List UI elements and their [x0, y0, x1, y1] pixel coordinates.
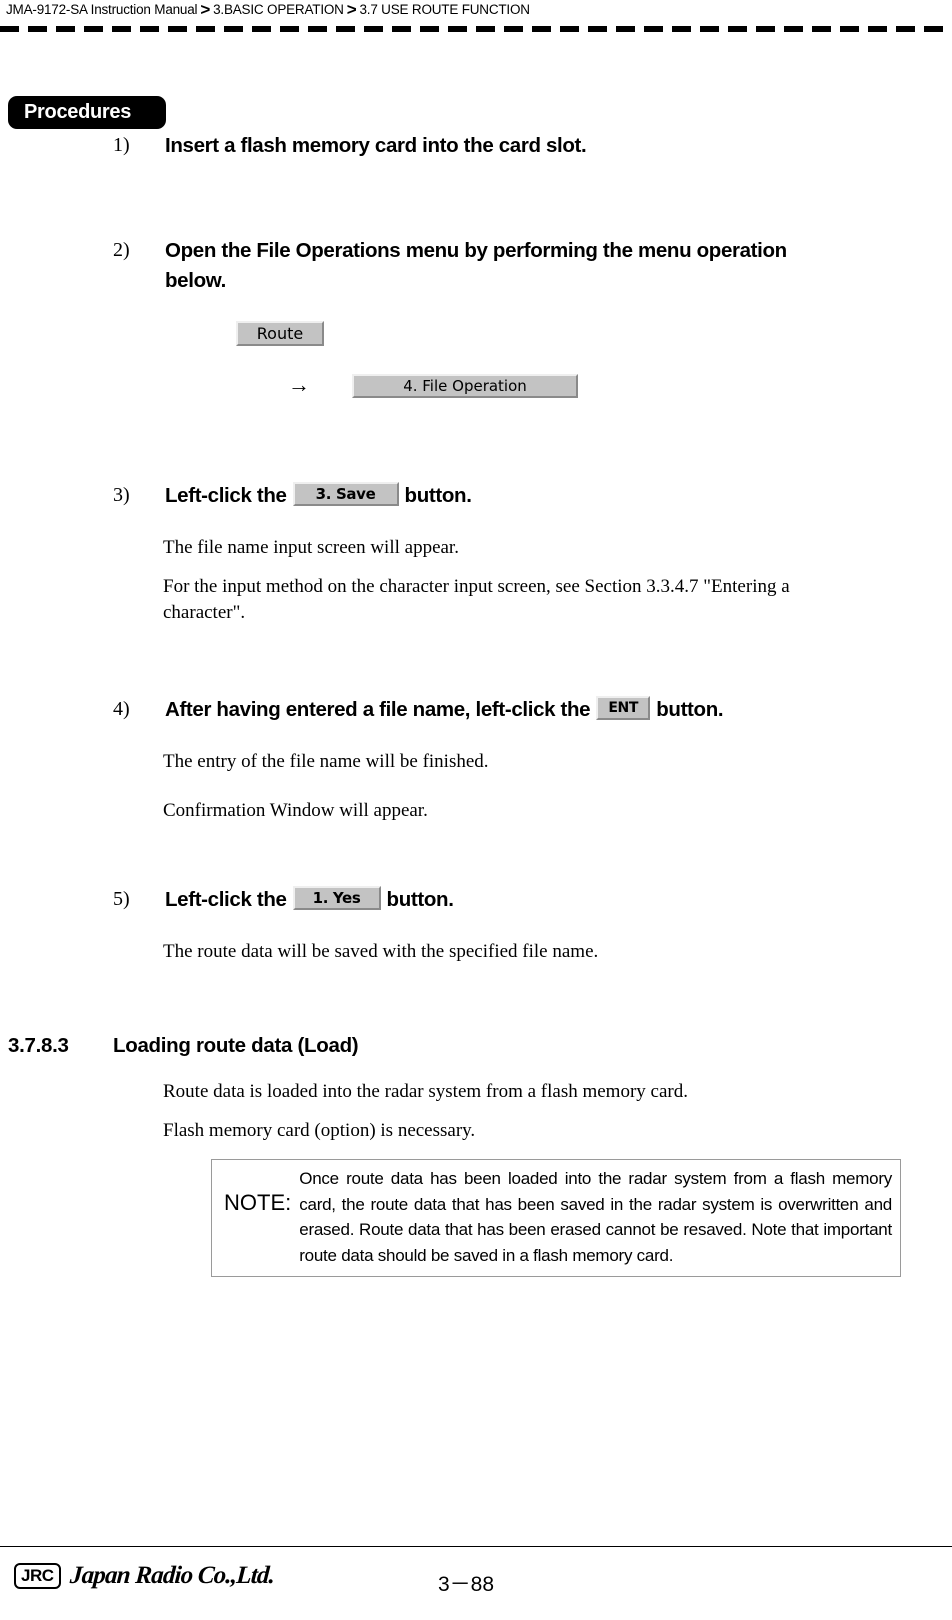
section-heading-3783: 3.7.8.3 Loading route data (Load): [8, 1034, 359, 1058]
procedure-step-5: 5) Left-click the 1. Yes button.: [113, 885, 913, 915]
page-number: 3－88: [438, 1573, 495, 1596]
breadcrumb-section: 3.7 USE ROUTE FUNCTION: [359, 2, 530, 17]
step-3-heading: Left-click the 3. Save button.: [165, 481, 913, 511]
yes-button[interactable]: 1. Yes: [292, 885, 381, 910]
step-5-heading-after: button.: [386, 888, 454, 911]
procedure-step-2: 2) Open the File Operations menu by perf…: [113, 236, 813, 296]
breadcrumb-manual: JMA-9172-SA Instruction Manual: [6, 2, 198, 17]
breadcrumb-chapter: 3.BASIC OPERATION: [213, 2, 344, 17]
step-1-number: 1): [113, 134, 130, 156]
step-4-body-line-2: Confirmation Window will appear.: [163, 800, 428, 821]
step-5-body-line-1: The route data will be saved with the sp…: [163, 941, 599, 962]
breadcrumb: JMA-9172-SA Instruction Manual >3.BASIC O…: [6, 0, 530, 20]
note-text: Once route data has been loaded into the…: [299, 1169, 892, 1265]
breadcrumb-separator-2: >: [346, 0, 357, 19]
step-4-heading: After having entered a file name, left-c…: [165, 695, 913, 725]
company-name: Japan Radio Co.,Ltd.: [68, 1562, 275, 1589]
breadcrumb-separator-1: >: [200, 0, 211, 19]
procedure-step-3: 3) Left-click the 3. Save button.: [113, 481, 913, 511]
procedure-step-4: 4) After having entered a file name, lef…: [113, 695, 913, 725]
step-5-heading: Left-click the 1. Yes button.: [165, 885, 913, 915]
step-3-body-line-1: The file name input screen will appear.: [163, 537, 459, 558]
step-1-heading: Insert a flash memory card into the card…: [165, 134, 587, 157]
step-4-number: 4): [113, 698, 130, 720]
section-paragraph-1: Route data is loaded into the radar syst…: [163, 1081, 688, 1102]
save-button[interactable]: 3. Save: [292, 481, 399, 506]
file-operation-menu-item[interactable]: 4. File Operation: [352, 374, 578, 398]
route-menu-button[interactable]: Route: [236, 321, 324, 346]
section-number: 3.7.8.3: [8, 1034, 69, 1057]
page-footer: JRC Japan Radio Co.,Ltd. 3－88: [8, 1556, 944, 1606]
section-paragraph-2: Flash memory card (option) is necessary.: [163, 1120, 476, 1141]
ent-button[interactable]: ENT: [596, 695, 651, 720]
step-2-heading: Open the File Operations menu by perform…: [165, 239, 787, 292]
procedures-badge: Procedures: [8, 96, 166, 129]
footer-rule: [0, 1546, 952, 1547]
jrc-mark-icon: JRC: [14, 1563, 61, 1589]
section-title: Loading route data (Load): [113, 1034, 359, 1057]
menu-path-arrow: →: [288, 372, 310, 397]
step-5-number: 5): [113, 888, 130, 910]
step-4-heading-before: After having entered a file name, left-c…: [165, 698, 591, 721]
jrc-logo: JRC Japan Radio Co.,Ltd.: [14, 1562, 275, 1590]
manual-page: JMA-9172-SA Instruction Manual >3.BASIC O…: [0, 0, 952, 1620]
note-box: NOTE: Once route data has been loaded in…: [211, 1159, 901, 1277]
step-5-heading-before: Left-click the: [165, 888, 287, 911]
header-dashed-rule: [0, 26, 952, 32]
step-2-number: 2): [113, 239, 130, 261]
step-4-heading-after: button.: [656, 698, 724, 721]
step-3-heading-before: Left-click the: [165, 484, 287, 507]
step-3-number: 3): [113, 484, 130, 506]
step-3-body-line-2: For the input method on the character in…: [163, 576, 790, 623]
note-label: NOTE:: [224, 1190, 292, 1215]
step-4-body-line-1: The entry of the file name will be finis…: [163, 751, 489, 772]
step-3-heading-after: button.: [404, 484, 472, 507]
procedure-step-1: 1) Insert a flash memory card into the c…: [113, 131, 913, 161]
